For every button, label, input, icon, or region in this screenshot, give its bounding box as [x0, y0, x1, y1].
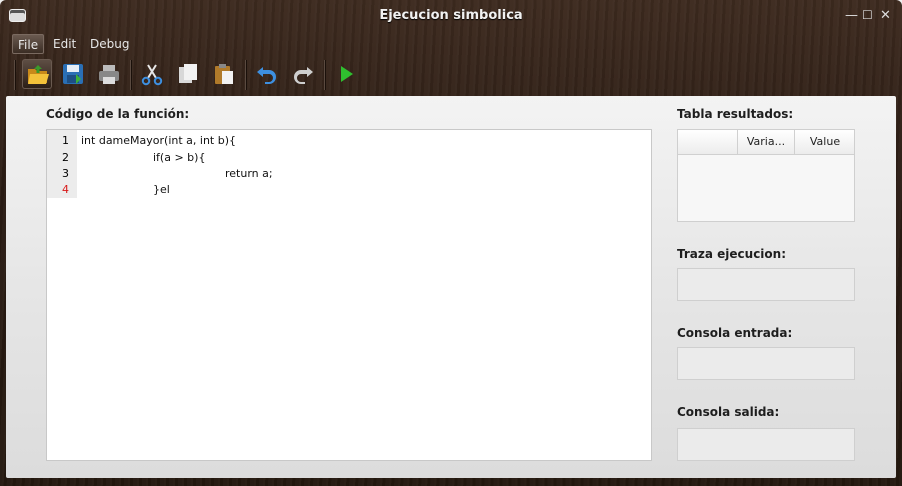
window-title: Ejecucion simbolica [379, 8, 523, 23]
line-number-error: 4 [62, 183, 69, 196]
line-number: 1 [62, 134, 69, 147]
output-console-label: Consola salida: [677, 405, 780, 419]
menu-bar: File Edit Debug [0, 32, 902, 54]
trace-label: Traza ejecucion: [677, 247, 787, 261]
code-line: int dameMayor(int a, int b){ [81, 134, 237, 147]
cut-button[interactable] [137, 59, 167, 89]
line-number: 2 [62, 151, 69, 164]
run-icon [341, 66, 353, 82]
print-button[interactable] [94, 59, 124, 89]
undo-icon [257, 67, 276, 84]
line-number: 3 [62, 167, 69, 180]
main-panel: Código de la función: 1 2 3 4 int dameMa… [6, 96, 896, 478]
toolbar [0, 56, 902, 94]
redo-button[interactable] [288, 59, 318, 89]
input-console-field[interactable] [677, 347, 855, 380]
results-table[interactable]: Varia... Value [677, 129, 855, 222]
title-bar: Ejecucion simbolica — ☐ ✕ [0, 0, 902, 32]
input-console-label: Consola entrada: [677, 326, 793, 340]
column-header-variable[interactable]: Varia... [737, 130, 794, 154]
redo-icon [294, 67, 313, 84]
toolbar-separator [130, 60, 131, 90]
trace-field[interactable] [677, 268, 855, 301]
maximize-button[interactable]: ☐ [862, 8, 873, 22]
menu-debug[interactable]: Debug [85, 34, 134, 54]
table-header: Varia... Value [678, 130, 854, 155]
toolbar-separator [324, 60, 325, 90]
print-icon [99, 65, 119, 84]
results-label: Tabla resultados: [677, 107, 794, 121]
copy-icon [179, 64, 197, 83]
close-button[interactable]: ✕ [880, 8, 891, 23]
paste-icon [215, 64, 233, 84]
column-header-blank[interactable] [678, 130, 737, 154]
copy-button[interactable] [173, 59, 203, 89]
minimize-button[interactable]: — [845, 8, 858, 23]
save-button[interactable] [58, 59, 88, 89]
code-line: }el [153, 183, 170, 196]
toolbar-separator [14, 60, 15, 90]
open-button[interactable] [22, 59, 52, 89]
undo-button[interactable] [252, 59, 282, 89]
menu-edit[interactable]: Edit [48, 34, 81, 54]
output-console-field[interactable] [677, 428, 855, 461]
column-header-value[interactable]: Value [794, 130, 855, 154]
cut-icon [141, 64, 163, 86]
menu-file[interactable]: File [12, 34, 45, 54]
toolbar-separator [245, 60, 246, 90]
code-line: return a; [225, 167, 273, 180]
run-button[interactable] [331, 59, 361, 89]
paste-button[interactable] [209, 59, 239, 89]
code-editor[interactable]: 1 2 3 4 int dameMayor(int a, int b){ if(… [46, 129, 652, 461]
code-line: if(a > b){ [153, 151, 206, 164]
app-window: Ejecucion simbolica — ☐ ✕ File Edit Debu… [0, 0, 902, 486]
code-label: Código de la función: [46, 107, 190, 121]
open-icon [28, 65, 49, 84]
save-icon [63, 64, 83, 84]
